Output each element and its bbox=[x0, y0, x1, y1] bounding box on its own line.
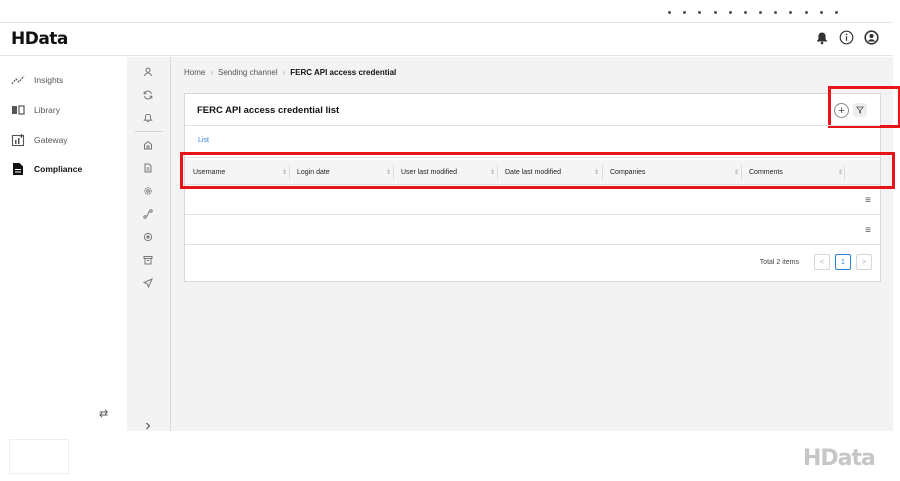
pagination: Total 2 items < 1 > bbox=[760, 254, 872, 270]
breadcrumb: Home › Sending channel › FERC API access… bbox=[184, 68, 396, 77]
user-account-icon[interactable] bbox=[864, 30, 879, 45]
bell-icon[interactable] bbox=[815, 31, 829, 45]
total-count: Total 2 items bbox=[759, 258, 799, 266]
table-header: Username ⇕ Login date ⇕ User last modifi… bbox=[180, 152, 895, 189]
breadcrumb-home[interactable]: Home bbox=[184, 68, 205, 77]
user-icon[interactable] bbox=[142, 66, 154, 78]
home-icon[interactable] bbox=[142, 139, 154, 151]
breadcrumb-current: FERC API access credential bbox=[290, 68, 397, 77]
info-icon[interactable] bbox=[839, 30, 854, 45]
table-row[interactable]: ≡ bbox=[185, 216, 880, 245]
target-icon[interactable] bbox=[142, 231, 154, 243]
library-icon bbox=[10, 102, 26, 118]
sidebar-item-compliance[interactable]: Compliance bbox=[10, 159, 82, 179]
footer-blank-box bbox=[9, 439, 69, 474]
route-icon[interactable] bbox=[142, 208, 154, 220]
file-icon[interactable] bbox=[142, 162, 154, 174]
document-icon bbox=[10, 161, 26, 177]
send-icon[interactable] bbox=[142, 277, 154, 289]
footer-logo: HData bbox=[803, 446, 876, 471]
header-actions bbox=[815, 30, 879, 45]
breadcrumb-sending-channel[interactable]: Sending channel bbox=[218, 68, 278, 77]
sidebar-item-label: Gateway bbox=[34, 135, 68, 145]
row-menu-icon[interactable]: ≡ bbox=[865, 225, 871, 236]
rail-divider bbox=[135, 131, 163, 132]
gateway-icon bbox=[10, 132, 26, 148]
sub-nav-rail bbox=[127, 57, 171, 431]
next-page-button[interactable]: > bbox=[856, 254, 872, 270]
prev-page-button[interactable]: < bbox=[814, 254, 830, 270]
highlight-box-header bbox=[180, 152, 895, 189]
sidebar-item-gateway[interactable]: Gateway bbox=[10, 130, 68, 150]
sidebar-item-label: Compliance bbox=[34, 164, 83, 174]
card-divider bbox=[185, 125, 880, 126]
top-bar: HData bbox=[0, 22, 893, 56]
breadcrumb-separator: › bbox=[210, 68, 214, 77]
highlight-box-actions bbox=[828, 86, 900, 128]
swap-icon[interactable]: ⇄ bbox=[99, 407, 108, 420]
sidebar-item-insights[interactable]: Insights bbox=[10, 70, 63, 90]
settings-icon[interactable] bbox=[142, 185, 154, 197]
refresh-icon[interactable] bbox=[142, 89, 154, 101]
card-title: FERC API access credential list bbox=[197, 105, 340, 116]
top-dots bbox=[668, 4, 838, 20]
expand-chevron-icon[interactable] bbox=[142, 420, 154, 432]
row-menu-icon[interactable]: ≡ bbox=[865, 195, 871, 206]
sidebar-item-library[interactable]: Library bbox=[10, 100, 60, 120]
tab-list[interactable]: List bbox=[198, 137, 209, 144]
brand-logo[interactable]: HData bbox=[11, 29, 68, 49]
insights-icon bbox=[10, 72, 26, 88]
archive-icon[interactable] bbox=[142, 254, 154, 266]
credential-list-card: FERC API access credential list + List U… bbox=[180, 86, 900, 282]
breadcrumb-separator: › bbox=[282, 68, 286, 77]
bell-icon[interactable] bbox=[142, 112, 154, 124]
sidebar-item-label: Insights bbox=[34, 75, 64, 85]
sidebar-item-label: Library bbox=[34, 105, 60, 115]
sidebar: Insights Library Gateway Compliance ⇄ bbox=[0, 57, 127, 431]
page-button-current[interactable]: 1 bbox=[835, 254, 851, 270]
main-content: Home › Sending channel › FERC API access… bbox=[171, 57, 900, 431]
table-row[interactable]: ≡ bbox=[185, 186, 880, 215]
